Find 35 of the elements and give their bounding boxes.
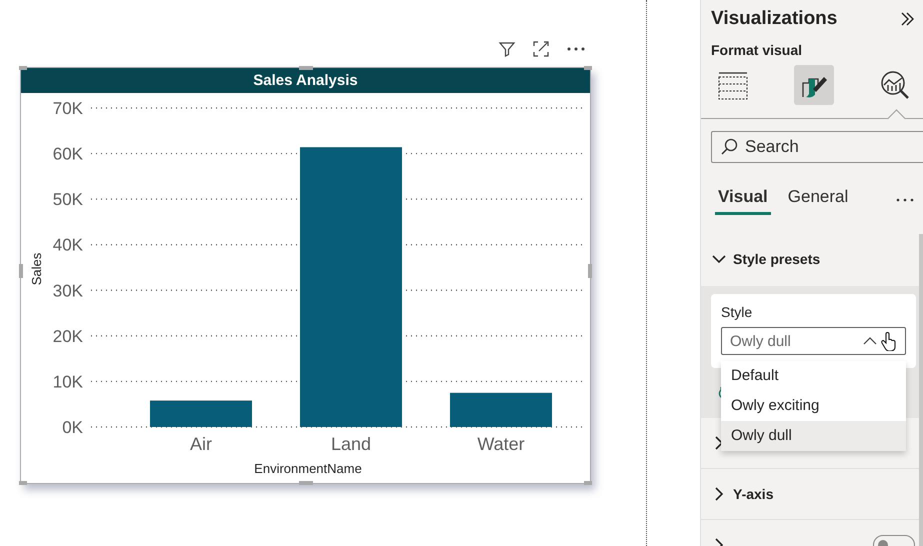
axis-tick-label: 0K (62, 418, 83, 437)
section-title[interactable]: Style presets (733, 251, 820, 267)
dropdown-option[interactable]: Default (721, 361, 906, 391)
hand-cursor-icon (881, 331, 897, 351)
axis-tick-label: 70K (52, 99, 83, 118)
axis-tick-label: 20K (52, 326, 83, 346)
dropdown[interactable]: Owly dull (721, 327, 906, 355)
category-label: Land (330, 434, 372, 454)
dropdown-option[interactable]: Owly exciting (721, 391, 906, 421)
axis-tick-label: 50K (52, 190, 83, 210)
pane-subtitle: Format visual (710, 41, 804, 58)
chevron-up-icon[interactable] (863, 336, 877, 346)
more-options-icon[interactable] (895, 197, 915, 203)
pane-title: Visualizations (711, 8, 838, 30)
y-axis-title: Sales (29, 252, 44, 286)
chart-title: Sales Analysis (21, 68, 590, 93)
collapse-icon[interactable] (899, 11, 915, 27)
search-icon (720, 138, 738, 156)
section-title[interactable]: Y-axis (733, 486, 774, 502)
category-label: Air (190, 434, 212, 454)
focus-mode-icon[interactable] (532, 40, 550, 58)
field-label: Style (721, 304, 754, 320)
tab[interactable]: General (784, 185, 852, 215)
x-axis-title: EnvironmentName (254, 461, 362, 476)
tab[interactable]: Visual (715, 185, 771, 215)
category-label: Water (477, 434, 525, 454)
paintbrush-chart-icon[interactable] (794, 65, 834, 105)
axis-tick-label: 10K (52, 372, 83, 392)
search-field[interactable]: Search (711, 131, 923, 163)
axis-tick-label: 40K (52, 236, 83, 255)
axis-tick-label: 30K (52, 281, 83, 300)
axis-tick-label: 60K (52, 144, 83, 164)
scrollbar[interactable] (919, 234, 923, 546)
dropdown-option[interactable]: Owly dull (721, 421, 906, 451)
filter-icon[interactable] (498, 40, 516, 58)
